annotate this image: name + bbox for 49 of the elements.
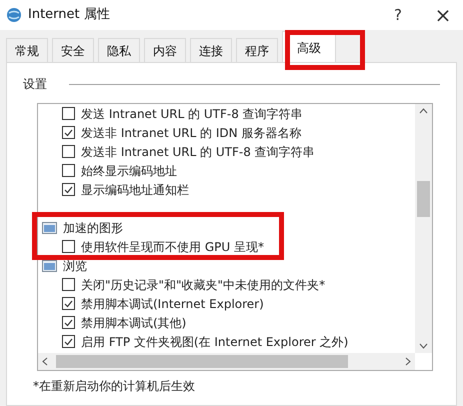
tab[interactable]: 连接 (190, 38, 232, 62)
tab[interactable]: 隐私 (98, 38, 140, 62)
window-title: Internet 属性 (28, 6, 110, 24)
checkbox[interactable] (62, 164, 75, 177)
folder-icon (42, 222, 57, 234)
option-label: 关闭"历史记录"和"收藏夹"中未使用的文件夹* (81, 276, 326, 294)
group-label: 浏览 (63, 258, 87, 274)
vertical-scrollbar[interactable] (415, 104, 432, 353)
checkbox[interactable] (62, 297, 75, 310)
option-label: 禁用脚本调试(其他) (81, 314, 186, 332)
checkbox[interactable] (62, 240, 75, 253)
checkmark-icon (64, 186, 73, 194)
globe-icon (6, 7, 22, 23)
checkbox[interactable] (62, 126, 75, 139)
option-label: 禁用脚本调试(Internet Explorer) (81, 296, 264, 312)
checkmark-icon (64, 128, 73, 136)
scroll-thumb[interactable] (56, 355, 348, 368)
option-label: 使用软件呈现而不使用 GPU 呈现* (81, 238, 264, 256)
option-label: 始终显示编码地址 (81, 162, 177, 180)
close-button[interactable]: × (423, 0, 463, 30)
tab[interactable]: 内容 (144, 38, 186, 62)
checkbox[interactable] (62, 335, 75, 348)
checkmark-icon (64, 338, 73, 346)
scroll-down-icon (419, 343, 428, 349)
checkbox[interactable] (62, 183, 75, 196)
scroll-up-icon (419, 108, 428, 114)
scroll-thumb[interactable] (417, 180, 430, 216)
horizontal-scrollbar[interactable] (38, 353, 415, 370)
tab[interactable]: 常规 (6, 38, 48, 62)
checkmark-icon (64, 300, 73, 308)
option-label: 显示编码地址通知栏 (81, 182, 189, 198)
group-label: 加速的图形 (63, 220, 123, 236)
option-label: 发送非 Intranet URL 的 UTF-8 查询字符串 (81, 144, 315, 160)
section-label: 设置 (23, 76, 47, 93)
tab[interactable]: 安全 (52, 38, 94, 62)
checkmark-icon (64, 318, 73, 326)
option-label: 发送 Intranet URL 的 UTF-8 查询字符串 (81, 106, 303, 122)
option-label: 启用 FTP 文件夹视图(在 Internet Explorer 之外) (81, 334, 348, 350)
checkbox[interactable] (62, 145, 75, 158)
scroll-right-icon (405, 357, 411, 366)
checkbox[interactable] (62, 278, 75, 291)
option-label: 发送非 Intranet URL 的 IDN 服务器名称 (81, 124, 302, 142)
folder-icon (42, 260, 57, 272)
scroll-left-icon (42, 357, 48, 366)
help-button[interactable]: ? (383, 4, 413, 26)
checkbox[interactable] (62, 107, 75, 120)
footnote: *在重新启动你的计算机后生效 (33, 378, 196, 395)
checkbox[interactable] (62, 316, 75, 329)
tab[interactable]: 程序 (236, 38, 278, 62)
